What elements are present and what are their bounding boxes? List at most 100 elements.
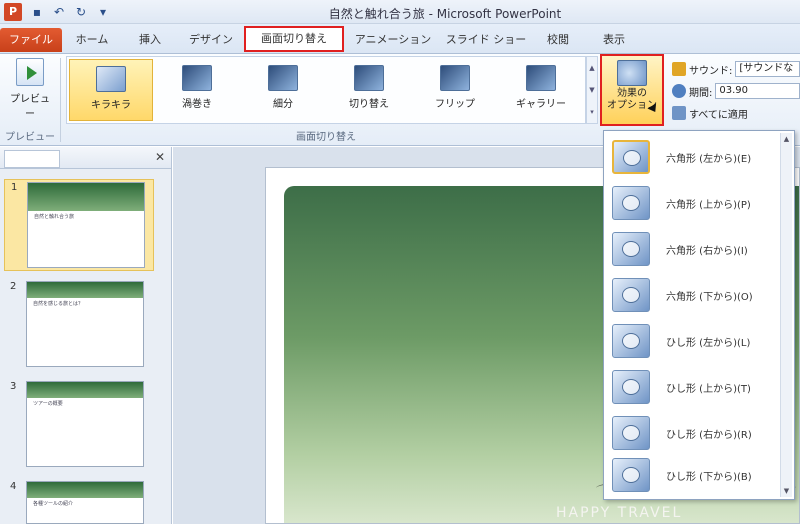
slide-number: 1	[11, 182, 18, 193]
transition-label: 渦巻き	[182, 99, 212, 110]
title-bar: P ▪ ↶ ↻ ▾ 自然と触れ合う旅 - Microsoft PowerPoin…	[0, 0, 800, 24]
transition-shred[interactable]: 細分	[241, 59, 325, 121]
slide-title: 自然を感じる旅とは？	[33, 301, 84, 307]
transition-label: ギャラリー	[516, 99, 566, 110]
menu-item-diamond-top[interactable]: ひし形 (上から)(T)	[606, 365, 781, 409]
effect-options-button[interactable]: 効果の オプション	[600, 54, 664, 126]
slide-thumbnail-2[interactable]: 2 自然を感じる旅とは？	[4, 279, 154, 371]
switch-icon	[354, 65, 384, 91]
menu-item-hexagon-top[interactable]: 六角形 (上から)(P)	[606, 181, 781, 225]
transition-vortex[interactable]: 渦巻き	[155, 59, 239, 121]
diamond-bottom-icon	[612, 458, 650, 492]
scroll-up-icon[interactable]: ▲	[781, 133, 792, 145]
effect-options-menu: 六角形 (左から)(E) 六角形 (上から)(P) 六角形 (右から)(I) 六…	[603, 130, 795, 500]
slide-preview: 各種ツールの紹介	[26, 481, 144, 524]
slide-number: 2	[10, 281, 17, 292]
gallery-more-icon[interactable]: ▾	[587, 101, 597, 123]
gallery-scroll-down-icon[interactable]: ▼	[587, 79, 597, 101]
slide-thumbnail-3[interactable]: 3 ツアーの概要	[4, 379, 154, 471]
menu-item-hexagon-right[interactable]: 六角形 (右から)(I)	[606, 227, 781, 271]
gallery-scroll-up-icon[interactable]: ▲	[587, 57, 597, 79]
transition-gallery: キラキラ 渦巻き 細分 切り替え フリップ ギャラリー	[66, 56, 586, 124]
close-icon[interactable]: ✕	[155, 150, 165, 164]
slide-thumbnail-1[interactable]: 1 自然と触れ合う旅	[4, 179, 154, 271]
transition-glitter[interactable]: キラキラ	[69, 59, 153, 121]
preview-button[interactable]: プレビュー	[6, 58, 54, 120]
tab-animations[interactable]: アニメーション	[350, 28, 436, 52]
menu-item-label: 六角形 (上から)(P)	[666, 199, 751, 211]
slide-preview: 自然を感じる旅とは？	[26, 281, 144, 367]
slide-preview: ツアーの概要	[26, 381, 144, 467]
menu-scrollbar[interactable]: ▲ ▼	[780, 133, 792, 497]
slide-banner	[28, 183, 144, 211]
menu-item-diamond-bottom[interactable]: ひし形 (下から)(B)	[606, 453, 781, 497]
hexagon-bottom-icon	[612, 278, 650, 312]
menu-item-label: 六角形 (右から)(I)	[666, 245, 748, 257]
tab-review[interactable]: 校閲	[536, 28, 580, 52]
duration-label: 期間:	[689, 87, 713, 99]
diamond-top-icon	[612, 370, 650, 404]
tab-transitions[interactable]: 画面切り替え	[244, 26, 344, 52]
hexagon-top-icon	[612, 186, 650, 220]
clock-icon	[672, 84, 686, 98]
sound-label: サウンド:	[689, 65, 733, 77]
tab-insert[interactable]: 挿入	[124, 28, 176, 52]
transition-label: 切り替え	[349, 99, 389, 110]
menu-item-label: ひし形 (右から)(R)	[666, 429, 752, 441]
flip-icon	[440, 65, 470, 91]
tab-outline[interactable]	[62, 150, 118, 168]
sound-select[interactable]: [サウンドな	[735, 61, 800, 77]
tab-design[interactable]: デザイン	[180, 28, 242, 52]
hexagon-right-icon	[612, 232, 650, 266]
slide-preview: 自然と触れ合う旅	[27, 182, 145, 268]
menu-item-label: 六角形 (下から)(O)	[666, 291, 753, 303]
menu-item-hexagon-bottom[interactable]: 六角形 (下から)(O)	[606, 273, 781, 317]
group-separator	[60, 58, 61, 142]
slide-number: 3	[10, 381, 17, 392]
tab-home[interactable]: ホーム	[64, 28, 120, 52]
menu-item-diamond-left[interactable]: ひし形 (左から)(L)	[606, 319, 781, 363]
apply-all-button[interactable]: すべてに適用	[672, 102, 800, 124]
gallery-scroll[interactable]: ▲ ▼ ▾	[586, 56, 598, 124]
menu-item-label: ひし形 (下から)(B)	[666, 471, 752, 483]
ribbon-tabs: ファイル ホーム 挿入 デザイン 画面切り替え アニメーション スライド ショー…	[0, 24, 800, 54]
effect-options-label-line1: 効果の	[617, 88, 647, 99]
transition-label: フリップ	[435, 99, 475, 110]
transition-label: 細分	[273, 99, 293, 110]
tab-file[interactable]: ファイル	[0, 28, 62, 52]
menu-item-diamond-right[interactable]: ひし形 (右から)(R)	[606, 411, 781, 455]
transition-gallery-effect[interactable]: ギャラリー	[499, 59, 583, 121]
tab-slides[interactable]	[4, 150, 60, 168]
apply-all-icon	[672, 106, 686, 120]
slide-title: 自然と触れ合う旅	[34, 214, 75, 220]
tab-slideshow[interactable]: スライド ショー	[440, 28, 532, 52]
preview-icon	[16, 58, 44, 86]
slide-number: 4	[10, 481, 17, 492]
timing-group: サウンド: [サウンドな 期間: 03.90 すべてに適用	[672, 58, 800, 124]
window-title: 自然と触れ合う旅 - Microsoft PowerPoint	[328, 7, 562, 21]
slide-title: 各種ツールの紹介	[33, 501, 74, 507]
duration-input[interactable]: 03.90	[715, 83, 800, 99]
scroll-down-icon[interactable]: ▼	[781, 485, 792, 497]
menu-item-label: ひし形 (左から)(L)	[666, 337, 751, 349]
gallery-effect-icon	[526, 65, 556, 91]
slide-thumbnail-4[interactable]: 4 各種ツールの紹介	[4, 479, 154, 524]
transition-flip[interactable]: フリップ	[413, 59, 497, 121]
menu-item-label: ひし形 (上から)(T)	[666, 383, 751, 395]
effect-options-icon	[617, 60, 647, 86]
slide-caption: HAPPY TRAVEL	[556, 505, 683, 521]
diamond-left-icon	[612, 324, 650, 358]
hexagon-left-icon	[612, 140, 650, 174]
menu-item-hexagon-left[interactable]: 六角形 (左から)(E)	[606, 135, 781, 179]
pane-tabs: ✕	[0, 147, 171, 169]
slide-banner	[27, 382, 143, 398]
slide-banner	[27, 482, 143, 498]
vortex-icon	[182, 65, 212, 91]
transitions-group-label: 画面切り替え	[296, 132, 356, 143]
glitter-icon	[96, 66, 126, 92]
transition-switch[interactable]: 切り替え	[327, 59, 411, 121]
tab-view[interactable]: 表示	[592, 28, 636, 52]
sound-row: サウンド: [サウンドな	[672, 58, 800, 80]
preview-group-label: プレビュー	[5, 132, 55, 143]
sound-icon	[672, 62, 686, 76]
